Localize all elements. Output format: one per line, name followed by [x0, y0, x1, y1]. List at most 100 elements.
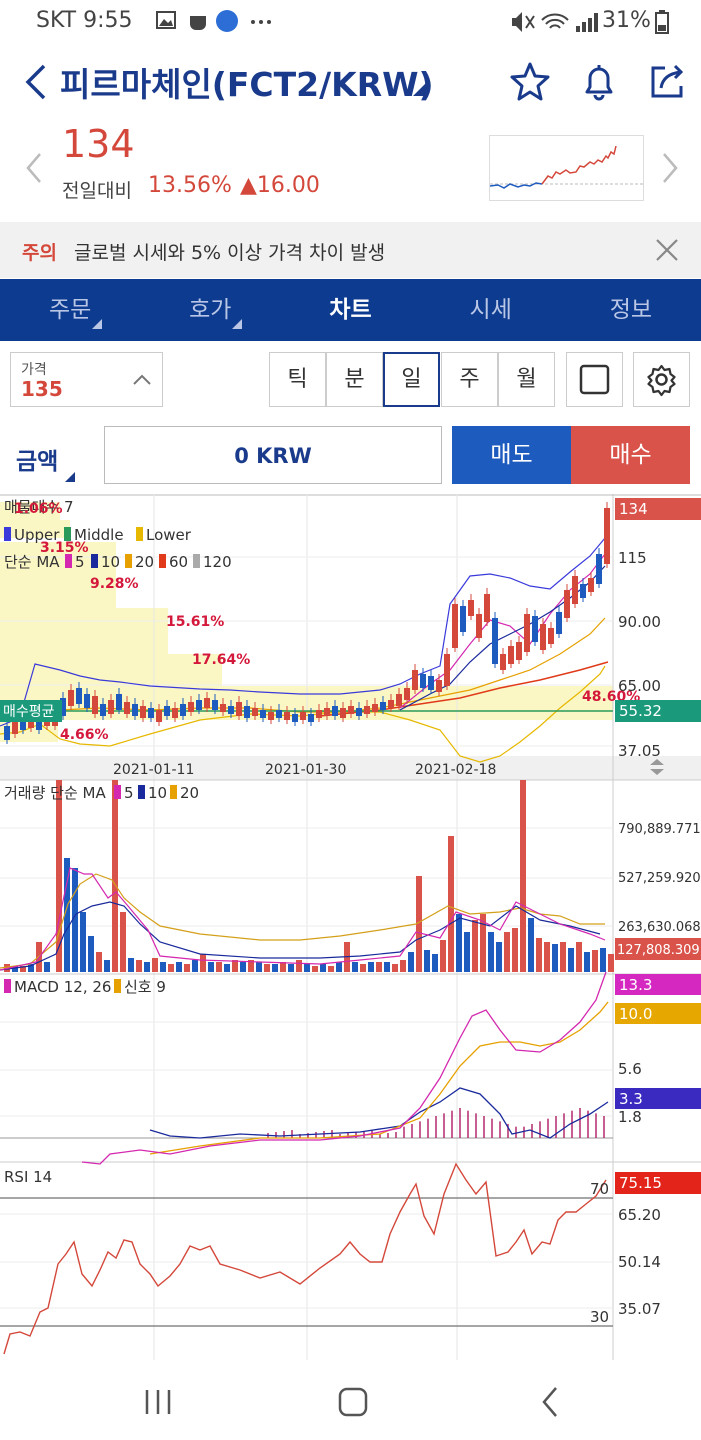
candle-body: [588, 578, 594, 592]
price-tick-label: 65.00: [618, 677, 661, 695]
candle-body: [116, 694, 122, 710]
tab-orderbook[interactable]: 호가: [140, 279, 280, 341]
warning-notice: 주의 글로벌 시세와 5% 이상 가격 차이 발생: [0, 222, 701, 278]
period-month[interactable]: 월: [498, 352, 555, 407]
volume-bar: [56, 780, 62, 972]
mini-price-chart: [489, 135, 644, 201]
candle-body: [292, 714, 298, 722]
star-icon[interactable]: [508, 60, 552, 104]
legend-swatch: [170, 785, 177, 799]
volume-bar: [328, 966, 334, 972]
price-chart-panel[interactable]: 2021-01-11 2021-01-30 2021-02-18매물대수 7Uppe…: [0, 494, 701, 1360]
tab-submenu-icon: [232, 319, 243, 329]
volume-bar: [392, 964, 398, 972]
back-nav-icon[interactable]: [532, 1384, 572, 1420]
volume-bar: [104, 960, 110, 972]
next-arrow-icon[interactable]: [660, 150, 680, 186]
tab-chart[interactable]: 차트: [280, 279, 420, 341]
volume-bar: [496, 942, 502, 972]
title-dropdown-icon[interactable]: [413, 82, 427, 96]
volume-bar: [336, 962, 342, 972]
legend-swatch: [114, 979, 121, 993]
price-tick-label: 37.05: [618, 742, 661, 760]
amount-type-selector[interactable]: 금액: [16, 442, 58, 476]
volume-bar: [544, 942, 550, 972]
volume-bar: [296, 960, 302, 972]
volume-profile-label: 9.28%: [90, 576, 139, 592]
tab-info[interactable]: 정보: [561, 279, 701, 341]
candle-body: [380, 702, 386, 710]
candle-body: [508, 646, 514, 664]
carrier-time: SKT 9:55: [36, 8, 133, 33]
price-selector[interactable]: 가격 135: [10, 352, 163, 407]
period-minute[interactable]: 분: [326, 352, 383, 407]
current-price: 134: [62, 122, 135, 166]
period-tick[interactable]: 틱: [269, 352, 326, 407]
buy-button[interactable]: 매수: [571, 426, 690, 484]
settings-button[interactable]: [633, 352, 690, 407]
candle-body: [4, 726, 10, 740]
date-tick-label: 2021-02-18: [415, 762, 496, 778]
tab-order[interactable]: 주문: [0, 279, 140, 341]
period-week[interactable]: 주: [441, 352, 498, 407]
volume-tick-label: 263,630.068: [618, 920, 701, 935]
volume-tick-label: 790,889.771: [618, 822, 701, 837]
volume-bar: [88, 936, 94, 972]
volume-bar: [272, 964, 278, 972]
period-day[interactable]: 일: [383, 352, 440, 407]
candle-body: [564, 590, 570, 618]
tab-label: 정보: [609, 297, 653, 323]
candle-body: [260, 710, 266, 718]
volume-bar: [504, 932, 510, 972]
tab-quotes[interactable]: 시세: [421, 279, 561, 341]
volume-bar: [264, 964, 270, 972]
rsi-upper-label: 70: [590, 1180, 609, 1198]
volume-bar: [464, 932, 470, 972]
legend-swatch: [193, 554, 200, 568]
candle-body: [108, 700, 114, 714]
bell-icon[interactable]: [577, 60, 621, 104]
back-icon[interactable]: [18, 60, 58, 104]
candle-body: [180, 704, 186, 716]
candle-body: [300, 712, 306, 720]
volume-bar: [400, 960, 406, 972]
volume-bar: [208, 962, 214, 972]
candle-body: [372, 704, 378, 712]
rsi-tick-label: 65.20: [618, 1206, 661, 1224]
volume-profile-label: 15.61%: [166, 614, 224, 630]
volume-bar: [144, 962, 150, 972]
notification-icons: [155, 8, 275, 40]
macd-value-label: 13.3: [619, 976, 652, 994]
tab-label: 주문: [48, 297, 92, 323]
candle-body: [84, 694, 90, 708]
volume-bar: [224, 964, 230, 972]
candle-body: [524, 614, 530, 652]
candle-body: [596, 554, 602, 584]
chevron-up-icon: [132, 370, 152, 390]
price-tick-label: 115: [618, 549, 647, 567]
candle-body: [468, 600, 474, 616]
amount-dropdown-icon[interactable]: [65, 472, 75, 482]
signal-value-label: 10.0: [619, 1005, 652, 1023]
fullscreen-button[interactable]: [566, 352, 623, 407]
close-icon[interactable]: [653, 236, 681, 264]
recent-apps-icon[interactable]: [138, 1384, 178, 1420]
candle-body: [252, 708, 258, 716]
candle-body: [452, 604, 458, 648]
candle-body: [356, 708, 362, 716]
home-icon[interactable]: [333, 1384, 373, 1420]
main-tabs: 주문 호가 차트 시세 정보: [0, 279, 701, 341]
rsi-title: RSI 14: [4, 1168, 52, 1186]
candle-body: [132, 704, 138, 716]
share-icon[interactable]: [645, 60, 689, 104]
candle-body: [388, 700, 394, 708]
price-selector-value: 135: [21, 377, 63, 401]
page-title[interactable]: 피르마체인(FCT2/KRW): [60, 58, 434, 106]
macd-tick-label: 1.8: [618, 1108, 642, 1126]
prev-arrow-icon[interactable]: [24, 150, 44, 186]
sell-button[interactable]: 매도: [452, 426, 571, 484]
candle-body: [412, 670, 418, 690]
change-amount: ▲16.00: [240, 173, 320, 198]
gear-icon: [647, 364, 676, 397]
amount-input[interactable]: 0 KRW: [104, 426, 442, 484]
